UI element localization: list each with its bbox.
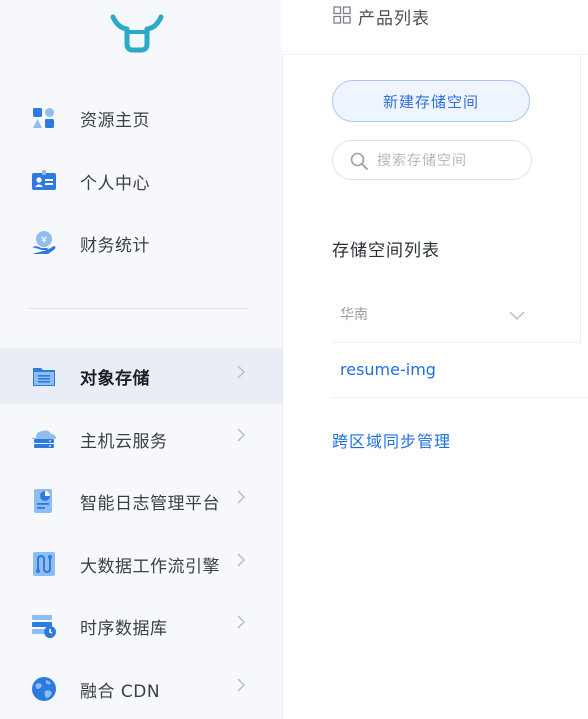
sidebar-item-label: 融合 CDN: [80, 681, 161, 702]
resource-home-icon: [31, 105, 57, 131]
sidebar-item-label: 资源主页: [80, 110, 150, 131]
sidebar-item-label: 大数据工作流引擎: [80, 556, 220, 577]
cross-region-sync-link[interactable]: 跨区域同步管理: [332, 428, 451, 452]
sidebar-item-cdn[interactable]: 融合 CDN: [0, 661, 282, 717]
search-input[interactable]: [375, 149, 524, 173]
list-divider: [332, 397, 588, 398]
chevron-right-icon: [237, 615, 246, 629]
sidebar-divider: [28, 308, 248, 309]
cloud-server-icon: [31, 426, 57, 452]
chevron-down-icon: [509, 311, 525, 321]
sidebar-item-label: 主机云服务: [80, 431, 168, 452]
topbar: 产品列表: [282, 0, 588, 55]
svg-text:¥: ¥: [41, 235, 47, 246]
sidebar-item-label: 个人中心: [80, 173, 150, 194]
sidebar-item-label: 智能日志管理平台: [80, 493, 220, 514]
bucket-item[interactable]: resume-img: [340, 360, 436, 379]
chevron-right-icon: [237, 490, 246, 504]
search-icon: [350, 152, 368, 170]
id-card-icon: [31, 168, 57, 194]
folder-icon: [31, 363, 57, 389]
sidebar-item-bigdata-workflow[interactable]: 大数据工作流引擎: [0, 536, 282, 592]
workflow-icon: [31, 551, 57, 577]
page-title: 产品列表: [358, 9, 430, 29]
sidebar: 资源主页 个人中心 ¥ 财务统计 对象存储 主机云服务 智能日志管理平台 大数据…: [0, 0, 283, 719]
log-report-icon: [31, 488, 57, 514]
region-select-value: 华南: [340, 307, 368, 323]
panel-divider: [580, 54, 581, 344]
grid-icon[interactable]: [333, 6, 351, 24]
chevron-right-icon: [237, 553, 246, 567]
sidebar-item-personal-center[interactable]: 个人中心: [0, 153, 282, 209]
region-select[interactable]: 华南: [332, 290, 582, 343]
chevron-right-icon: [237, 365, 246, 379]
sidebar-item-log-platform[interactable]: 智能日志管理平台: [0, 473, 282, 529]
sidebar-item-finance[interactable]: ¥ 财务统计: [0, 215, 282, 271]
bucket-list-title: 存储空间列表: [332, 241, 440, 261]
new-bucket-button[interactable]: 新建存储空间: [332, 80, 530, 122]
finance-icon: ¥: [31, 230, 57, 256]
timeseries-db-icon: [31, 613, 57, 639]
sidebar-item-timeseries-db[interactable]: 时序数据库: [0, 598, 282, 654]
sidebar-item-object-storage[interactable]: 对象存储: [0, 348, 282, 404]
globe-icon: [31, 676, 57, 702]
chevron-right-icon: [237, 428, 246, 442]
logo-icon: [110, 14, 164, 53]
sidebar-item-cloud-host[interactable]: 主机云服务: [0, 411, 282, 467]
sidebar-item-label: 财务统计: [80, 235, 150, 256]
sidebar-item-resource-home[interactable]: 资源主页: [0, 90, 282, 146]
chevron-right-icon: [237, 678, 246, 692]
search-box: [332, 140, 532, 180]
sidebar-item-label: 对象存储: [80, 368, 150, 389]
sidebar-item-label: 时序数据库: [80, 618, 168, 639]
